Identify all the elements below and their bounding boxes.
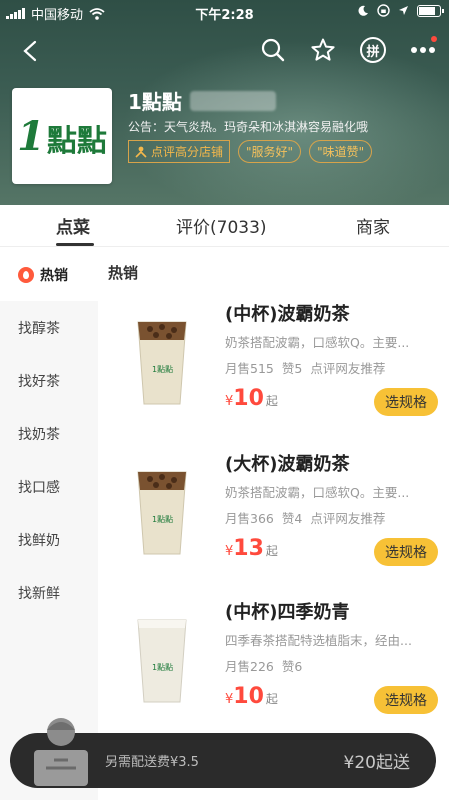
tab-merchant[interactable]: 商家 xyxy=(356,213,390,238)
bubble-milk-tea-image: 1點點 xyxy=(137,471,187,555)
monthly-sales: 月售366 xyxy=(225,511,274,526)
product-desc: 四季春茶搭配特选植脂末，经由... xyxy=(225,633,412,648)
more-button[interactable] xyxy=(407,34,439,66)
product-price: ¥ 10 起 xyxy=(225,386,278,411)
search-button[interactable] xyxy=(257,34,289,66)
logo-text: 點點 xyxy=(46,123,107,159)
sidebar-item-good-tea[interactable]: 找好茶 xyxy=(0,354,98,407)
store-notice: 公告：天气炎热。玛奇朵和冰淇淋容易融化哦 xyxy=(128,120,369,134)
notification-dot xyxy=(431,36,437,42)
fire-icon xyxy=(18,266,34,283)
bubble-milk-tea-image: 1點點 xyxy=(137,321,187,405)
milk-green-tea-image: 1點點 xyxy=(137,619,187,703)
svg-text:1點點: 1點點 xyxy=(152,514,173,524)
status-bar: 中国移动 下午2:28 xyxy=(0,0,449,26)
pin-label: 拼 xyxy=(360,37,386,63)
rotation-lock-icon xyxy=(377,4,390,17)
more-icon xyxy=(411,47,435,53)
sidebar-item-label: 热销 xyxy=(40,267,68,284)
select-spec-button[interactable]: 选规格 xyxy=(374,388,438,416)
sidebar-item-milk-tea[interactable]: 找奶茶 xyxy=(0,407,98,460)
sidebar-item-texture[interactable]: 找口感 xyxy=(0,460,98,513)
service-badge: "服务好" xyxy=(238,140,302,163)
battery-icon xyxy=(417,4,444,17)
group-order-button[interactable]: 拼 xyxy=(357,34,389,66)
minimum-order: ¥20起送 xyxy=(343,753,410,773)
recommend-tag: 点评网友推荐 xyxy=(310,361,386,376)
branch-name-blurred xyxy=(189,90,276,111)
store-logo: 1 點點 xyxy=(12,88,112,184)
sidebar-item-mellow-tea[interactable]: 找醇茶 xyxy=(0,301,98,354)
product-desc: 奶茶搭配波霸，口感软Q。主要... xyxy=(225,485,410,500)
tab-order[interactable]: 点菜 xyxy=(56,213,90,238)
store-name: 1點點 xyxy=(128,90,182,114)
sidebar-item-fresh-milk[interactable]: 找鲜奶 xyxy=(0,513,98,566)
recommend-tag: 点评网友推荐 xyxy=(310,511,386,526)
tab-reviews[interactable]: 评价(7033) xyxy=(176,213,267,238)
sidebar-item-fresh[interactable]: 找新鲜 xyxy=(0,566,98,619)
store-header: 中国移动 下午2:28 拼 1 點點 1點點 公告：天气炎热。玛奇朵和冰淇淋容易… xyxy=(0,0,449,205)
product-name: (中杯)四季奶青 xyxy=(225,602,350,623)
product-stats: 月售515 赞5 点评网友推荐 xyxy=(225,358,385,377)
person-icon xyxy=(135,146,147,158)
svg-text:1點點: 1點點 xyxy=(152,662,173,672)
product-stats: 月售366 赞4 点评网友推荐 xyxy=(225,508,385,527)
search-icon xyxy=(261,38,285,62)
likes-count: 赞4 xyxy=(281,511,303,526)
svg-text:1點點: 1點點 xyxy=(152,364,173,374)
sidebar-item-hot[interactable]: 热销 xyxy=(0,248,98,301)
star-icon xyxy=(311,38,335,61)
product-price: ¥ 13 起 xyxy=(225,536,278,561)
moon-icon xyxy=(358,5,368,16)
monthly-sales: 月售515 xyxy=(225,361,274,376)
product-name: (中杯)波霸奶茶 xyxy=(225,304,350,325)
product-price: ¥ 10 起 xyxy=(225,684,278,709)
section-title: 热销 xyxy=(108,264,139,282)
product-card[interactable]: 1點點 (中杯)四季奶青 四季春茶搭配特选植脂末，经由... 月售226 赞6 … xyxy=(98,598,449,750)
delivery-fee: 另需配送费¥3.5 xyxy=(105,755,199,770)
delivery-courier-icon[interactable] xyxy=(26,712,96,792)
store-badges: 点评高分店铺 "服务好" "味道赞" xyxy=(128,140,373,163)
header-actions: 拼 xyxy=(257,34,439,66)
taste-badge: "味道赞" xyxy=(309,140,373,163)
monthly-sales: 月售226 xyxy=(225,659,274,674)
chevron-left-icon xyxy=(23,40,37,62)
product-desc: 奶茶搭配波霸，口感软Q。主要... xyxy=(225,335,410,350)
product-card[interactable]: 1點點 (中杯)波霸奶茶 奶茶搭配波霸，口感软Q。主要... 月售515 赞5 … xyxy=(98,300,449,452)
status-right xyxy=(357,4,444,17)
favorite-button[interactable] xyxy=(307,34,339,66)
store-name-row: 1點點 xyxy=(128,86,276,115)
store-tabs: 点菜 评价(7033) 商家 xyxy=(0,205,449,247)
back-button[interactable] xyxy=(16,36,46,66)
product-name: (大杯)波霸奶茶 xyxy=(225,454,350,475)
tab-indicator xyxy=(56,243,94,246)
select-spec-button[interactable]: 选规格 xyxy=(374,538,438,566)
location-icon xyxy=(399,6,408,15)
product-stats: 月售226 赞6 xyxy=(225,656,302,675)
select-spec-button[interactable]: 选规格 xyxy=(374,686,438,714)
likes-count: 赞5 xyxy=(281,361,303,376)
high-score-badge: 点评高分店铺 xyxy=(128,140,231,163)
product-card[interactable]: 1點點 (大杯)波霸奶茶 奶茶搭配波霸，口感软Q。主要... 月售366 赞4 … xyxy=(98,450,449,602)
likes-count: 赞6 xyxy=(281,659,303,674)
